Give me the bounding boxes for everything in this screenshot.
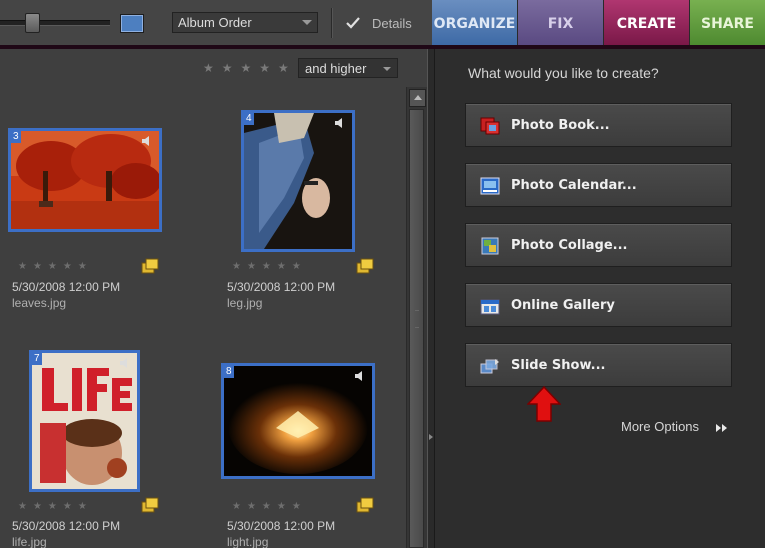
photo-calendar-button[interactable]: Photo Calendar... [465, 163, 732, 207]
photo-image [244, 113, 352, 249]
photo-image [11, 131, 159, 229]
tab-organize[interactable]: ORGANIZE [432, 0, 518, 45]
photo-filename: leg.jpg [227, 296, 263, 310]
audio-icon [335, 118, 342, 128]
photo-filename: life.jpg [12, 535, 47, 548]
collapse-arrow-icon[interactable] [429, 434, 433, 440]
photo-date: 5/30/2008 12:00 PM [227, 280, 336, 294]
photo-index: 4 [244, 113, 254, 125]
top-toolbar: Album Order Details ORGANIZE FIX CREATE … [0, 0, 765, 49]
double-chevron-right-icon[interactable] [715, 423, 729, 433]
more-options-link[interactable]: More Options [621, 419, 699, 434]
photo-filename: leaves.jpg [12, 296, 67, 310]
rating-filter-stars[interactable]: ★★★★★ [203, 61, 297, 75]
photo-index: 7 [32, 353, 42, 365]
scroll-up-button[interactable] [409, 89, 426, 107]
vertical-scrollbar[interactable] [406, 87, 427, 548]
sort-order-label: Album Order [178, 15, 252, 30]
audio-icon [120, 358, 127, 368]
slide-show-icon [480, 359, 499, 374]
panel-splitter[interactable] [427, 49, 435, 548]
photo-rating-stars[interactable]: ★★★★★ [232, 261, 307, 272]
photo-image [32, 353, 137, 489]
scrollbar-thumb[interactable] [409, 109, 424, 548]
photo-calendar-icon [480, 177, 500, 195]
photo-rating-stars[interactable]: ★★★★★ [232, 501, 307, 512]
tag-icon[interactable] [140, 496, 160, 514]
chevron-down-icon [383, 67, 391, 71]
rating-filter-dropdown[interactable]: and higher [298, 58, 398, 78]
photo-filename: light.jpg [227, 535, 269, 548]
photo-rating-stars[interactable]: ★★★★★ [18, 261, 93, 272]
audio-icon [355, 371, 362, 381]
photo-date: 5/30/2008 12:00 PM [12, 519, 121, 533]
details-label: Details [372, 16, 412, 31]
thumbnail-size-slider[interactable] [0, 20, 110, 26]
photo-browser: ★★★★★ and higher 3 ★★★★★ 5/30/2008 12:00… [0, 49, 427, 548]
photo-index: 8 [224, 366, 234, 378]
slide-show-button[interactable]: Slide Show... [465, 343, 732, 387]
single-photo-view-icon[interactable] [120, 14, 144, 33]
photo-book-icon [480, 117, 500, 135]
photo-index: 3 [11, 131, 21, 143]
tab-create[interactable]: CREATE [604, 0, 690, 45]
photo-thumbnail-light[interactable]: 8 [221, 363, 375, 479]
tag-icon[interactable] [355, 496, 375, 514]
tag-icon[interactable] [355, 257, 375, 275]
photo-thumbnail-life[interactable]: 7 [29, 350, 140, 492]
option-label: Photo Calendar... [511, 178, 637, 193]
photo-thumbnail-leg[interactable]: 4 [241, 110, 355, 252]
photo-thumbnail-leaves[interactable]: 3 [8, 128, 162, 232]
audio-icon [142, 136, 149, 146]
online-gallery-icon [480, 299, 500, 315]
toolbar-divider [331, 8, 333, 38]
photo-rating-stars[interactable]: ★★★★★ [18, 501, 93, 512]
online-gallery-button[interactable]: Online Gallery [465, 283, 732, 327]
photo-date: 5/30/2008 12:00 PM [227, 519, 336, 533]
photo-book-button[interactable]: Photo Book... [465, 103, 732, 147]
create-prompt: What would you like to create? [468, 65, 659, 81]
option-label: Slide Show... [511, 358, 606, 373]
details-checkbox[interactable] [345, 15, 361, 31]
photo-collage-button[interactable]: Photo Collage... [465, 223, 732, 267]
option-label: Photo Book... [511, 118, 610, 133]
tab-fix[interactable]: FIX [518, 0, 604, 45]
option-label: Online Gallery [511, 298, 615, 313]
sort-order-dropdown[interactable]: Album Order [172, 12, 318, 33]
photo-image [224, 366, 372, 476]
red-annotation-arrow [527, 386, 561, 422]
option-label: Photo Collage... [511, 238, 628, 253]
slider-handle[interactable] [25, 13, 40, 33]
create-panel: What would you like to create? Photo Boo… [435, 49, 765, 548]
photo-date: 5/30/2008 12:00 PM [12, 280, 121, 294]
rating-filter-label: and higher [305, 61, 367, 76]
tag-icon[interactable] [140, 257, 160, 275]
chevron-down-icon [302, 20, 312, 25]
photo-collage-icon [481, 237, 499, 255]
tab-share[interactable]: SHARE [690, 0, 765, 45]
